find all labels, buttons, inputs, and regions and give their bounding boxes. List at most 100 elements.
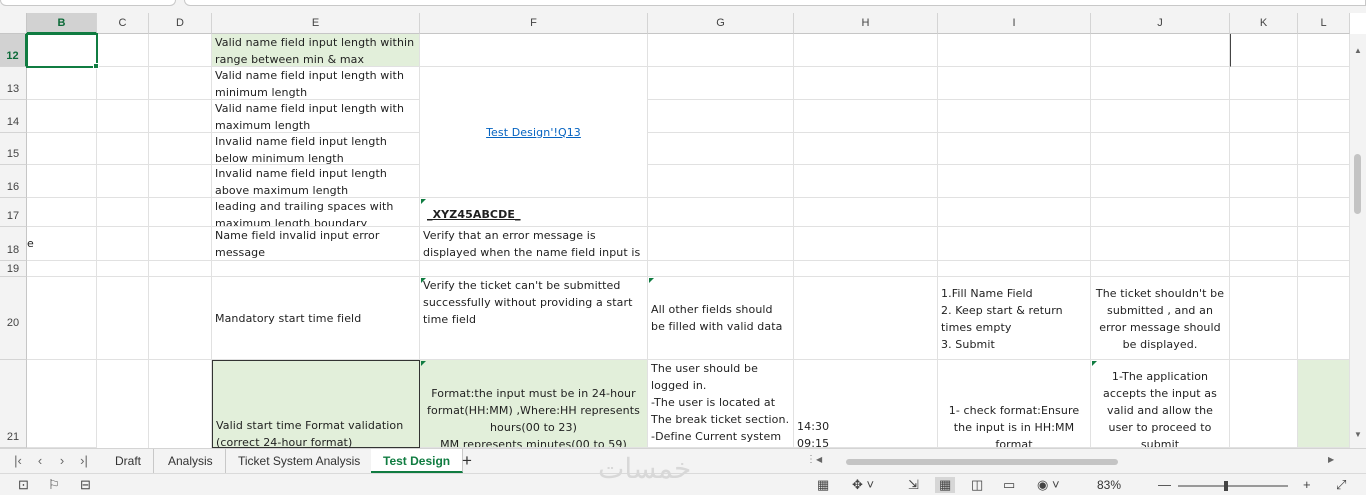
cell-b20[interactable] [27,277,97,360]
cell-f21[interactable]: Format:the input must be in 24-hour form… [420,360,648,448]
row-header-13[interactable]: 13 [0,67,27,100]
cell-j21[interactable]: 1-The application accepts the input as v… [1091,360,1230,448]
cell-l20[interactable] [1298,277,1350,360]
cell-l13[interactable] [1298,67,1350,100]
column-header-f[interactable]: F [420,13,648,34]
row-header-20[interactable]: 20 [0,277,27,360]
fill-handle[interactable] [93,63,99,69]
cell-f12[interactable] [420,34,648,67]
cell-j13[interactable] [1091,67,1230,100]
zoom-in-icon[interactable]: + [1303,477,1311,492]
cell-l15[interactable] [1298,133,1350,165]
hscroll-divider-icon[interactable]: ⋮ [806,454,816,465]
focus-cell-icon[interactable]: ✥ ˅ [852,477,874,493]
cell-mode-icon[interactable]: ⊡ [18,477,29,493]
cell-i15[interactable] [938,133,1091,165]
cell-e13[interactable]: Valid name field input length with minim… [212,67,420,100]
cell-b17[interactable] [27,198,97,227]
cell-g17[interactable] [648,198,794,227]
cell-h17[interactable] [794,198,938,227]
cell-e15[interactable]: Invalid name field input length below mi… [212,133,420,165]
cell-k20[interactable] [1230,277,1298,360]
column-header-k[interactable]: K [1230,13,1298,34]
cell-e17[interactable]: leading and trailing spaces with maximum… [212,198,420,227]
cell-b15[interactable] [27,133,97,165]
cell-i19[interactable] [938,261,1091,277]
view-options-icon[interactable]: ◉ ˅ [1037,477,1060,493]
next-sheet-icon[interactable]: › [52,453,72,468]
cell-l17[interactable] [1298,198,1350,227]
share-icon[interactable]: ⇲ [908,477,919,493]
column-header-d[interactable]: D [149,13,212,34]
column-d-cells[interactable] [149,34,212,448]
last-sheet-icon[interactable]: ›| [74,453,94,468]
cell-g19[interactable] [648,261,794,277]
test-design-link[interactable]: Test Design'!Q13 [486,124,581,141]
name-box[interactable] [0,0,176,6]
cell-h20[interactable] [794,277,938,360]
cell-j17[interactable] [1091,198,1230,227]
cell-b18[interactable]: e [27,227,97,261]
cell-e21[interactable]: Valid start time Format validation (corr… [212,360,420,448]
scroll-right-icon[interactable]: ▶ [1328,455,1334,464]
row-header-19[interactable]: 19 [0,261,27,277]
cell-k19[interactable] [1230,261,1298,277]
page-break-preview-icon[interactable]: ▭ [1003,477,1015,493]
zoom-slider-knob[interactable] [1224,481,1228,491]
cell-i16[interactable] [938,165,1091,198]
cell-k15[interactable] [1230,133,1298,165]
cell-h12[interactable] [794,34,938,67]
tab-analysis[interactable]: Analysis [156,449,226,473]
cell-e16[interactable]: Invalid name field input length above ma… [212,165,420,198]
cell-b16[interactable] [27,165,97,198]
cell-g18[interactable] [648,227,794,261]
cell-b19[interactable] [27,261,97,277]
prev-sheet-icon[interactable]: ‹ [30,453,50,468]
cell-j16[interactable] [1091,165,1230,198]
macro-record-icon[interactable]: ⊟ [80,477,91,493]
cell-f13-merged[interactable]: Test Design'!Q13 [420,67,648,198]
cell-f19[interactable] [420,261,648,277]
horizontal-scrollbar[interactable]: ⋮ ◀ ▶ [806,454,1346,467]
cell-h14[interactable] [794,100,938,133]
column-header-g[interactable]: G [648,13,794,34]
column-header-e[interactable]: E [212,13,420,34]
cell-l18[interactable] [1298,227,1350,261]
cell-i14[interactable] [938,100,1091,133]
cell-g14[interactable] [648,100,794,133]
cell-b14[interactable] [27,100,97,133]
cell-g12[interactable] [648,34,794,67]
cell-e14[interactable]: Valid name field input length with maxim… [212,100,420,133]
cell-f18[interactable]: Verify that an error message is displaye… [420,227,648,261]
cell-g15[interactable] [648,133,794,165]
row-header-21[interactable]: 21 [0,360,27,448]
cell-h19[interactable] [794,261,938,277]
display-settings-icon[interactable]: ▦ [817,477,829,493]
accessibility-icon[interactable]: ⚐ [48,477,60,493]
cell-k13[interactable] [1230,67,1298,100]
cell-j19[interactable] [1091,261,1230,277]
column-header-i[interactable]: I [938,13,1091,34]
zoom-out-icon[interactable]: — [1158,477,1171,492]
column-header-c[interactable]: C [97,13,149,34]
cell-g13[interactable] [648,67,794,100]
tab-draft[interactable]: Draft [103,449,155,473]
formula-input[interactable] [184,0,1366,6]
cell-l19[interactable] [1298,261,1350,277]
cell-e12[interactable]: Valid name field input length within ran… [212,34,420,67]
cell-l16[interactable] [1298,165,1350,198]
cell-i17[interactable] [938,198,1091,227]
cell-k12[interactable] [1230,34,1298,67]
vertical-scrollbar[interactable]: ▲ ▼ [1350,34,1366,448]
cell-i21[interactable]: 1- check format:Ensure the input is in H… [938,360,1091,448]
first-sheet-icon[interactable]: |‹ [8,453,28,468]
vertical-scroll-thumb[interactable] [1354,154,1361,214]
add-sheet-icon[interactable]: + [462,451,472,471]
cell-i18[interactable] [938,227,1091,261]
fullscreen-icon[interactable]: ⤢ [1336,477,1346,493]
cell-g16[interactable] [648,165,794,198]
cell-f20[interactable]: Verify the ticket can't be submitted suc… [420,277,648,360]
column-header-j[interactable]: J [1091,13,1230,34]
cell-k17[interactable] [1230,198,1298,227]
cell-h16[interactable] [794,165,938,198]
